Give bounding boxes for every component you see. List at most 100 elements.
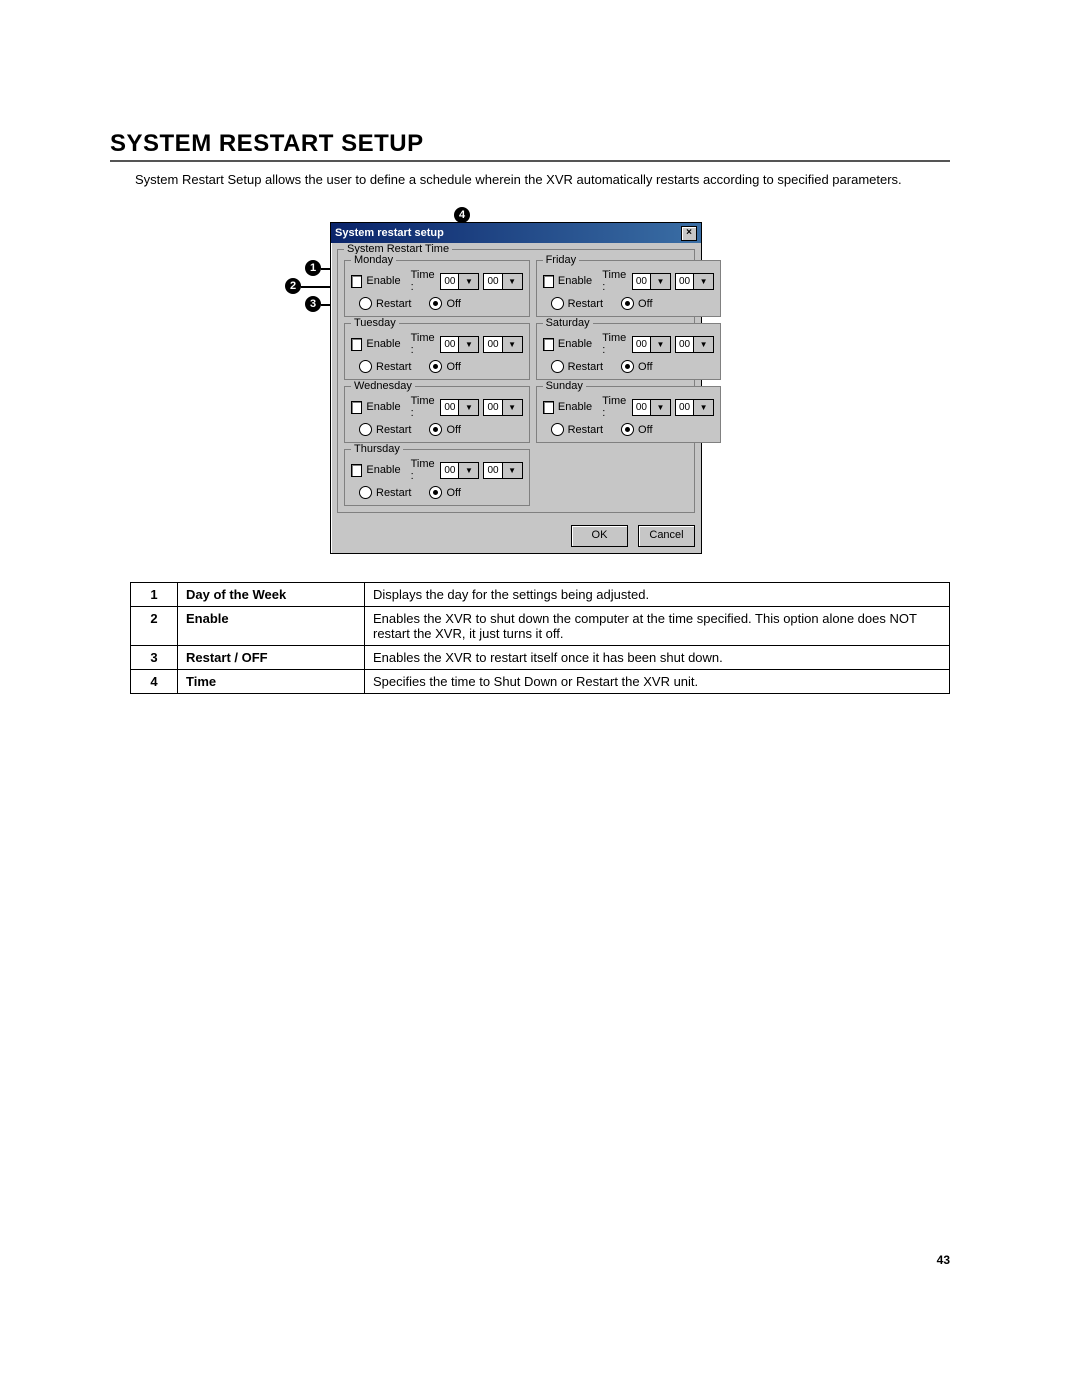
off-radio[interactable] [621,297,634,310]
enable-label: Enable [366,275,400,287]
chevron-down-icon: ▼ [650,274,670,289]
off-label: Off [446,298,460,310]
enable-label: Enable [366,401,400,413]
day-label: Monday [351,254,396,266]
enable-checkbox[interactable] [351,338,362,351]
callout-4: 4 [454,207,470,223]
minute-select[interactable]: 00▼ [483,462,522,479]
row-number: 3 [131,646,178,670]
table-row: 2EnableEnables the XVR to shut down the … [131,607,950,646]
day-saturday: SaturdayEnableTime :00▼00▼RestartOff [536,323,722,380]
off-radio[interactable] [429,486,442,499]
day-label: Tuesday [351,317,399,329]
system-restart-dialog: System restart setup × System Restart Ti… [330,222,702,554]
row-number: 1 [131,583,178,607]
hour-select[interactable]: 00▼ [440,399,479,416]
restart-radio[interactable] [359,486,372,499]
enable-checkbox[interactable] [543,401,554,414]
off-radio[interactable] [621,423,634,436]
chevron-down-icon: ▼ [650,337,670,352]
cancel-button[interactable]: Cancel [638,525,695,547]
restart-label: Restart [376,424,411,436]
enable-label: Enable [366,464,400,476]
chevron-down-icon: ▼ [502,400,522,415]
callout-1: 1 [305,260,321,276]
time-label: Time : [411,395,437,419]
table-row: 3Restart / OFFEnables the XVR to restart… [131,646,950,670]
chevron-down-icon: ▼ [458,274,478,289]
hour-select[interactable]: 00▼ [440,336,479,353]
description-table: 1Day of the WeekDisplays the day for the… [130,582,950,694]
table-row: 1Day of the WeekDisplays the day for the… [131,583,950,607]
minute-select[interactable]: 00▼ [483,273,522,290]
day-wednesday: WednesdayEnableTime :00▼00▼RestartOff [344,386,530,443]
day-label: Sunday [543,380,586,392]
row-desc: Enables the XVR to shut down the compute… [365,607,950,646]
row-name: Time [178,670,365,694]
row-number: 2 [131,607,178,646]
ok-button[interactable]: OK [571,525,628,547]
day-tuesday: TuesdayEnableTime :00▼00▼RestartOff [344,323,530,380]
off-label: Off [446,487,460,499]
row-name: Restart / OFF [178,646,365,670]
day-friday: FridayEnableTime :00▼00▼RestartOff [536,260,722,317]
minute-select[interactable]: 00▼ [483,399,522,416]
restart-radio[interactable] [551,360,564,373]
chevron-down-icon: ▼ [458,463,478,478]
restart-radio[interactable] [551,423,564,436]
hour-select[interactable]: 00▼ [440,462,479,479]
restart-label: Restart [376,487,411,499]
row-desc: Displays the day for the settings being … [365,583,950,607]
enable-checkbox[interactable] [351,401,362,414]
restart-label: Restart [376,361,411,373]
minute-select[interactable]: 00▼ [675,273,714,290]
time-label: Time : [602,395,628,419]
off-label: Off [446,361,460,373]
hour-select[interactable]: 00▼ [632,336,671,353]
row-desc: Specifies the time to Shut Down or Resta… [365,670,950,694]
enable-checkbox[interactable] [543,275,554,288]
restart-label: Restart [568,424,603,436]
hour-select[interactable]: 00▼ [632,399,671,416]
hour-select[interactable]: 00▼ [632,273,671,290]
system-restart-time-group: System Restart Time MondayEnableTime :00… [337,249,695,513]
day-label: Wednesday [351,380,415,392]
chevron-down-icon: ▼ [693,274,713,289]
enable-checkbox[interactable] [351,275,362,288]
day-label: Friday [543,254,580,266]
time-label: Time : [602,269,628,293]
off-label: Off [638,298,652,310]
enable-checkbox[interactable] [351,464,362,477]
hour-select[interactable]: 00▼ [440,273,479,290]
restart-radio[interactable] [359,423,372,436]
restart-radio[interactable] [551,297,564,310]
callout-2: 2 [285,278,301,294]
page-number: 43 [937,1253,950,1267]
row-desc: Enables the XVR to restart itself once i… [365,646,950,670]
off-radio[interactable] [429,423,442,436]
minute-select[interactable]: 00▼ [483,336,522,353]
off-label: Off [638,361,652,373]
day-label: Thursday [351,443,403,455]
callout-3: 3 [305,296,321,312]
off-label: Off [638,424,652,436]
time-label: Time : [602,332,628,356]
enable-label: Enable [366,338,400,350]
close-icon[interactable]: × [681,226,697,241]
dialog-title: System restart setup [335,227,444,239]
chevron-down-icon: ▼ [458,400,478,415]
restart-radio[interactable] [359,360,372,373]
day-monday: MondayEnableTime :00▼00▼RestartOff [344,260,530,317]
restart-radio[interactable] [359,297,372,310]
off-radio[interactable] [429,360,442,373]
row-number: 4 [131,670,178,694]
off-label: Off [446,424,460,436]
off-radio[interactable] [621,360,634,373]
off-radio[interactable] [429,297,442,310]
row-name: Day of the Week [178,583,365,607]
minute-select[interactable]: 00▼ [675,336,714,353]
minute-select[interactable]: 00▼ [675,399,714,416]
enable-checkbox[interactable] [543,338,554,351]
chevron-down-icon: ▼ [693,337,713,352]
table-row: 4TimeSpecifies the time to Shut Down or … [131,670,950,694]
